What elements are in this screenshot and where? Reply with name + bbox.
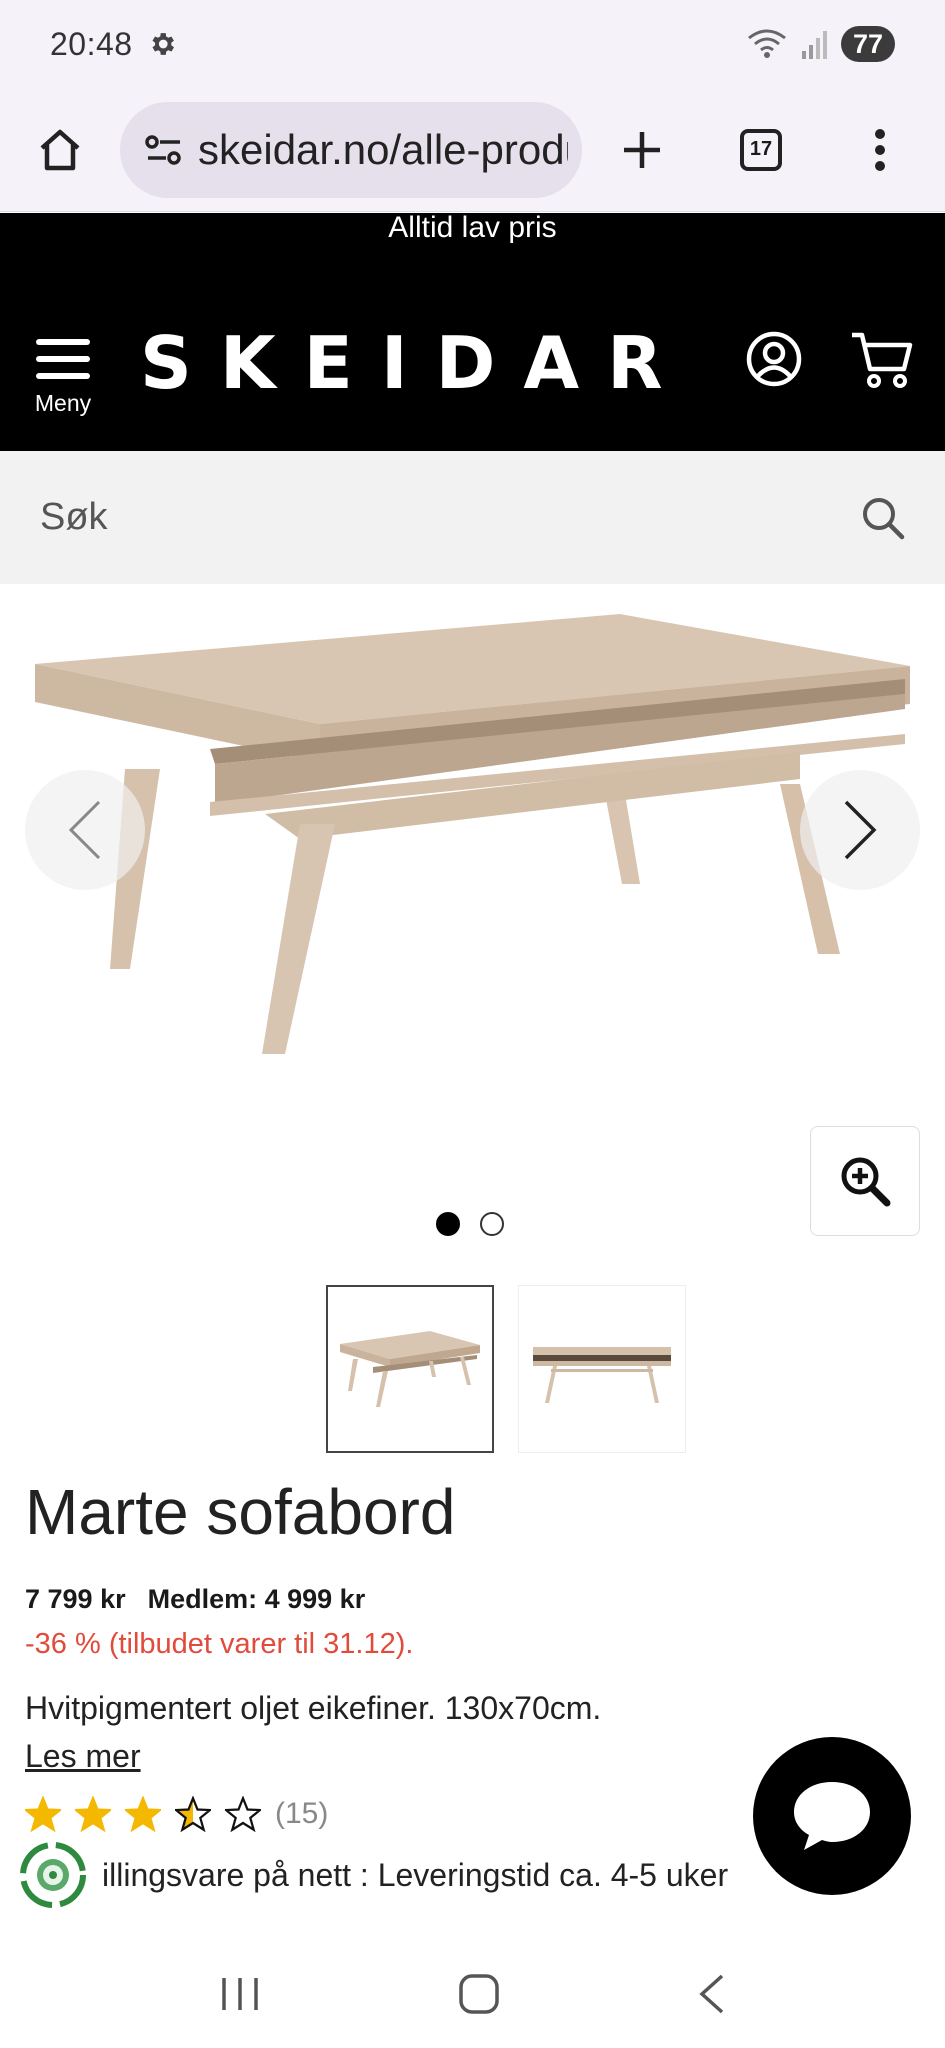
- rating-stars: [25, 1796, 261, 1832]
- plus-icon: [624, 131, 660, 168]
- tabs-icon: 17: [740, 128, 782, 171]
- thumbnail-strip: [326, 1285, 686, 1453]
- chevron-right-icon: [844, 800, 877, 860]
- thumbnail-2[interactable]: [518, 1285, 686, 1453]
- product-image: [35, 614, 910, 1054]
- back-icon[interactable]: [696, 1972, 728, 2016]
- system-navigation-bar: [0, 1940, 945, 2048]
- menu-button[interactable]: Meny: [28, 335, 98, 417]
- status-bar: 20:48 77: [0, 0, 945, 88]
- read-more-link[interactable]: Les mer: [25, 1738, 141, 1775]
- account-icon: [746, 331, 802, 387]
- chat-button[interactable]: [753, 1737, 911, 1895]
- thumbnail-image: [340, 1331, 480, 1407]
- more-icon: [875, 128, 885, 171]
- url-text: skeidar.no/alle-produkter: [198, 125, 568, 173]
- zoom-in-icon: [841, 1157, 891, 1207]
- star-icon: [125, 1796, 161, 1832]
- product-rating[interactable]: (15): [25, 1796, 328, 1832]
- wifi-icon: [748, 29, 786, 58]
- pagination-dot[interactable]: [480, 1212, 504, 1236]
- promo-banner: Alltid lav pris: [388, 211, 557, 244]
- zoom-button[interactable]: [810, 1126, 920, 1236]
- thumbnail-image: [533, 1347, 671, 1403]
- delivery-text: illingsvare på nett : Leveringstid ca. 4…: [102, 1856, 729, 1893]
- skeidar-logo[interactable]: SKEIDAR: [140, 323, 691, 403]
- product-title: Marte sofabord: [25, 1476, 456, 1548]
- signal-icon: [801, 31, 827, 59]
- product-gallery[interactable]: [0, 584, 945, 1264]
- new-tab-button[interactable]: [582, 88, 702, 212]
- previous-image-button[interactable]: [25, 770, 145, 890]
- search-icon[interactable]: [861, 496, 905, 540]
- recent-apps-icon[interactable]: [218, 1974, 262, 2014]
- pagination-dot[interactable]: [436, 1212, 460, 1236]
- chevron-left-icon: [68, 800, 101, 860]
- menu-label: Meny: [34, 390, 92, 416]
- gallery-pagination: [436, 1212, 504, 1236]
- settings-icon: [152, 33, 174, 55]
- browser-toolbar: skeidar.no/alle-produkter 17: [0, 88, 945, 212]
- search-bar: [0, 451, 945, 584]
- home-button[interactable]: [0, 88, 120, 212]
- hamburger-icon: [36, 339, 90, 379]
- address-bar[interactable]: skeidar.no/alle-produkter: [120, 101, 582, 198]
- eco-delivery-icon: [20, 1842, 86, 1908]
- review-count: (15): [275, 1797, 329, 1830]
- search-input[interactable]: [40, 496, 840, 539]
- price-row: 7 799 kr Medlem: 4 999 kr: [25, 1584, 365, 1615]
- site-header: Alltid lav pris Meny SKEIDAR: [0, 213, 945, 451]
- star-icon: [75, 1796, 111, 1832]
- member-price: Medlem: 4 999 kr: [147, 1584, 366, 1614]
- tab-switcher-button[interactable]: 17: [702, 88, 820, 212]
- star-icon: [175, 1796, 211, 1832]
- product-description: Hvitpigmentert oljet eikefiner. 130x70cm…: [25, 1690, 602, 1726]
- chat-icon: [794, 1782, 870, 1850]
- star-icon: [25, 1796, 61, 1832]
- discount-text: -36 % (tilbudet varer til 31.12).: [25, 1628, 414, 1660]
- thumbnail-1[interactable]: [326, 1285, 494, 1453]
- regular-price: 7 799 kr: [25, 1584, 126, 1614]
- cart-icon: [852, 332, 913, 388]
- home-nav-icon[interactable]: [457, 1972, 501, 2016]
- account-button[interactable]: [746, 331, 806, 391]
- home-icon: [40, 129, 80, 170]
- next-image-button[interactable]: [800, 770, 920, 890]
- site-info-icon: [145, 134, 181, 165]
- status-indicators: 77: [747, 26, 895, 62]
- status-time: 20:48: [50, 25, 133, 62]
- browser-menu-button[interactable]: [820, 88, 940, 212]
- battery-indicator: 77: [840, 26, 895, 62]
- star-icon: [225, 1796, 261, 1832]
- cart-button[interactable]: [850, 331, 916, 391]
